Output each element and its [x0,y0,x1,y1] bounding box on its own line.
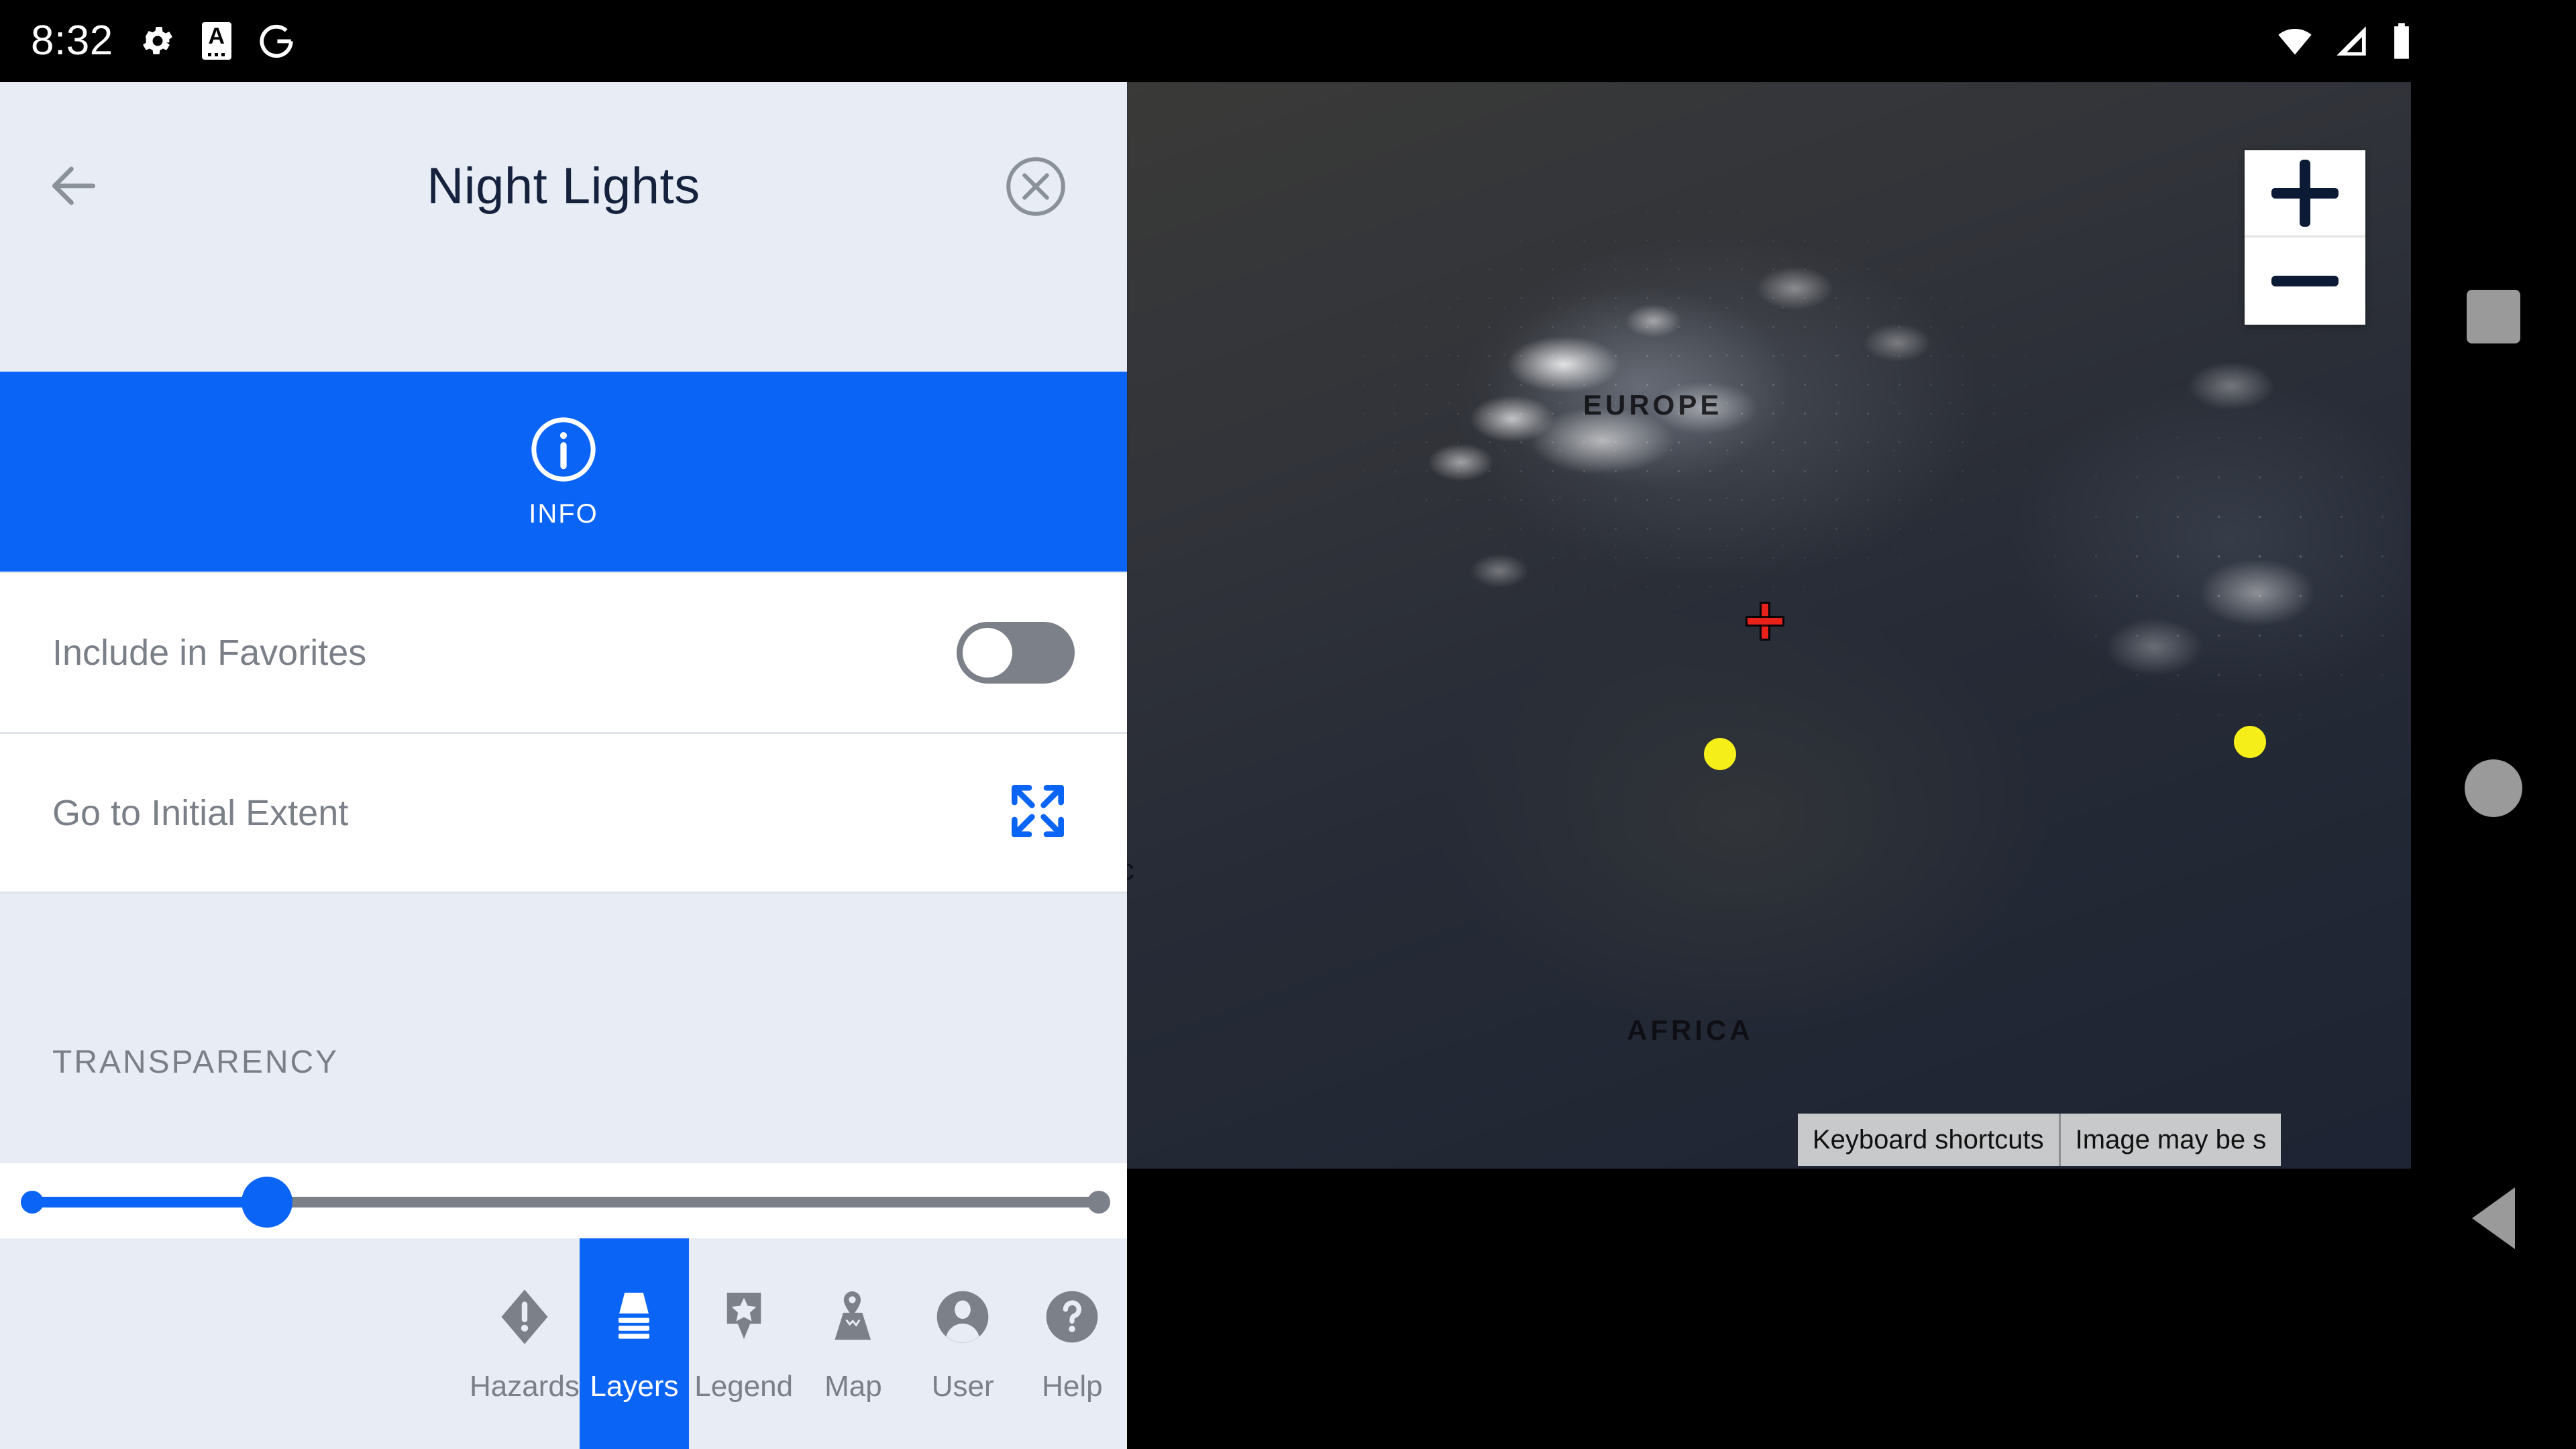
wifi-icon [2275,21,2314,60]
info-banner-button[interactable]: INFO [0,372,1127,572]
android-navigation-bar [2411,82,2576,1449]
include-favorites-toggle[interactable] [957,621,1075,684]
android-home-button[interactable] [2465,759,2522,817]
map-attribution-bar: Keyboard shortcuts Image may be s [1798,1114,2282,1166]
layers-stack-icon [603,1285,665,1352]
back-button[interactable] [42,157,106,215]
gear-icon [139,22,176,60]
screen-root: 8:32 A EUROPE AFRICA Keyboard shortcuts … [0,0,2576,1449]
bookmark-star-icon [713,1285,775,1352]
info-banner-label: INFO [529,499,598,529]
row-label-include-favorites: Include in Favorites [52,632,367,673]
nav-label-hazards: Hazards [470,1369,580,1403]
toggle-knob [963,627,1012,678]
cellular-signal-icon [2332,21,2371,60]
google-g-icon [257,21,296,60]
transparency-section: TRANSPARENCY [0,961,1127,1163]
status-bar-left: 8:32 A [31,0,296,82]
map-label-ocean-partial: ic [1127,853,1135,887]
nav-item-hazards[interactable]: Hazards [470,1238,580,1449]
nav-label-map: Map [824,1369,882,1403]
nav-label-user: User [931,1369,994,1403]
user-avatar-icon [932,1285,994,1352]
zoom-in-button[interactable] [2245,150,2365,237]
nav-item-user[interactable]: User [908,1238,1018,1449]
app-a-icon: A [201,22,231,60]
nav-label-layers: Layers [590,1369,679,1403]
nav-item-map[interactable]: Map [798,1238,908,1449]
panel-header: Night Lights [0,82,1127,290]
slider-thumb[interactable] [241,1177,292,1228]
map-label-europe: EUROPE [1583,389,1723,421]
expand-extent-icon[interactable] [1001,776,1075,849]
bottom-navigation-bar: Hazards Layers Legend Map User Help [0,1238,1127,1449]
crosshair-marker-icon [1748,604,1782,639]
close-button[interactable] [1004,154,1068,219]
zoom-out-button[interactable] [2245,237,2365,325]
nav-label-help: Help [1042,1369,1103,1403]
android-back-button[interactable] [2472,1187,2515,1249]
transparency-section-label: TRANSPARENCY [52,1044,339,1080]
slider-max-dot [1087,1191,1110,1214]
hazard-marker[interactable] [2234,726,2266,758]
plus-icon-vertical [2300,159,2310,227]
map-zoom-controls [2245,150,2365,325]
nav-item-legend[interactable]: Legend [689,1238,798,1449]
hazard-marker[interactable] [1704,738,1736,770]
minus-icon [2271,276,2339,286]
slider-min-dot [21,1191,44,1214]
hazard-diamond-icon [494,1285,555,1352]
info-circle-icon [528,414,599,488]
android-recents-button[interactable] [2467,290,2520,343]
map-pin-mountain-icon [822,1285,884,1352]
image-notice-text[interactable]: Image may be s [2058,1114,2282,1166]
layer-detail-panel: Night Lights Show Layer Include in Favor… [0,82,1127,1449]
nav-item-help[interactable]: Help [1018,1238,1127,1449]
page-title: Night Lights [427,157,700,215]
status-bar-clock: 8:32 [31,17,113,64]
nav-item-layers[interactable]: Layers [579,1238,690,1449]
battery-icon [2388,21,2415,60]
keyboard-shortcuts-link[interactable]: Keyboard shortcuts [1798,1114,2059,1166]
slider-track-active [32,1197,267,1208]
status-bar-right [2275,0,2415,82]
row-label-go-to-initial-extent: Go to Initial Extent [52,792,349,833]
map-label-africa: AFRICA [1627,1014,1754,1046]
question-circle-icon [1041,1285,1103,1352]
row-go-to-initial-extent[interactable]: Go to Initial Extent [0,734,1127,894]
nav-label-legend: Legend [694,1369,794,1403]
transparency-slider[interactable] [21,1177,1110,1228]
android-status-bar: 8:32 A [0,0,2576,82]
transparency-slider-area [0,1163,1127,1238]
row-include-favorites[interactable]: Include in Favorites [0,573,1127,734]
